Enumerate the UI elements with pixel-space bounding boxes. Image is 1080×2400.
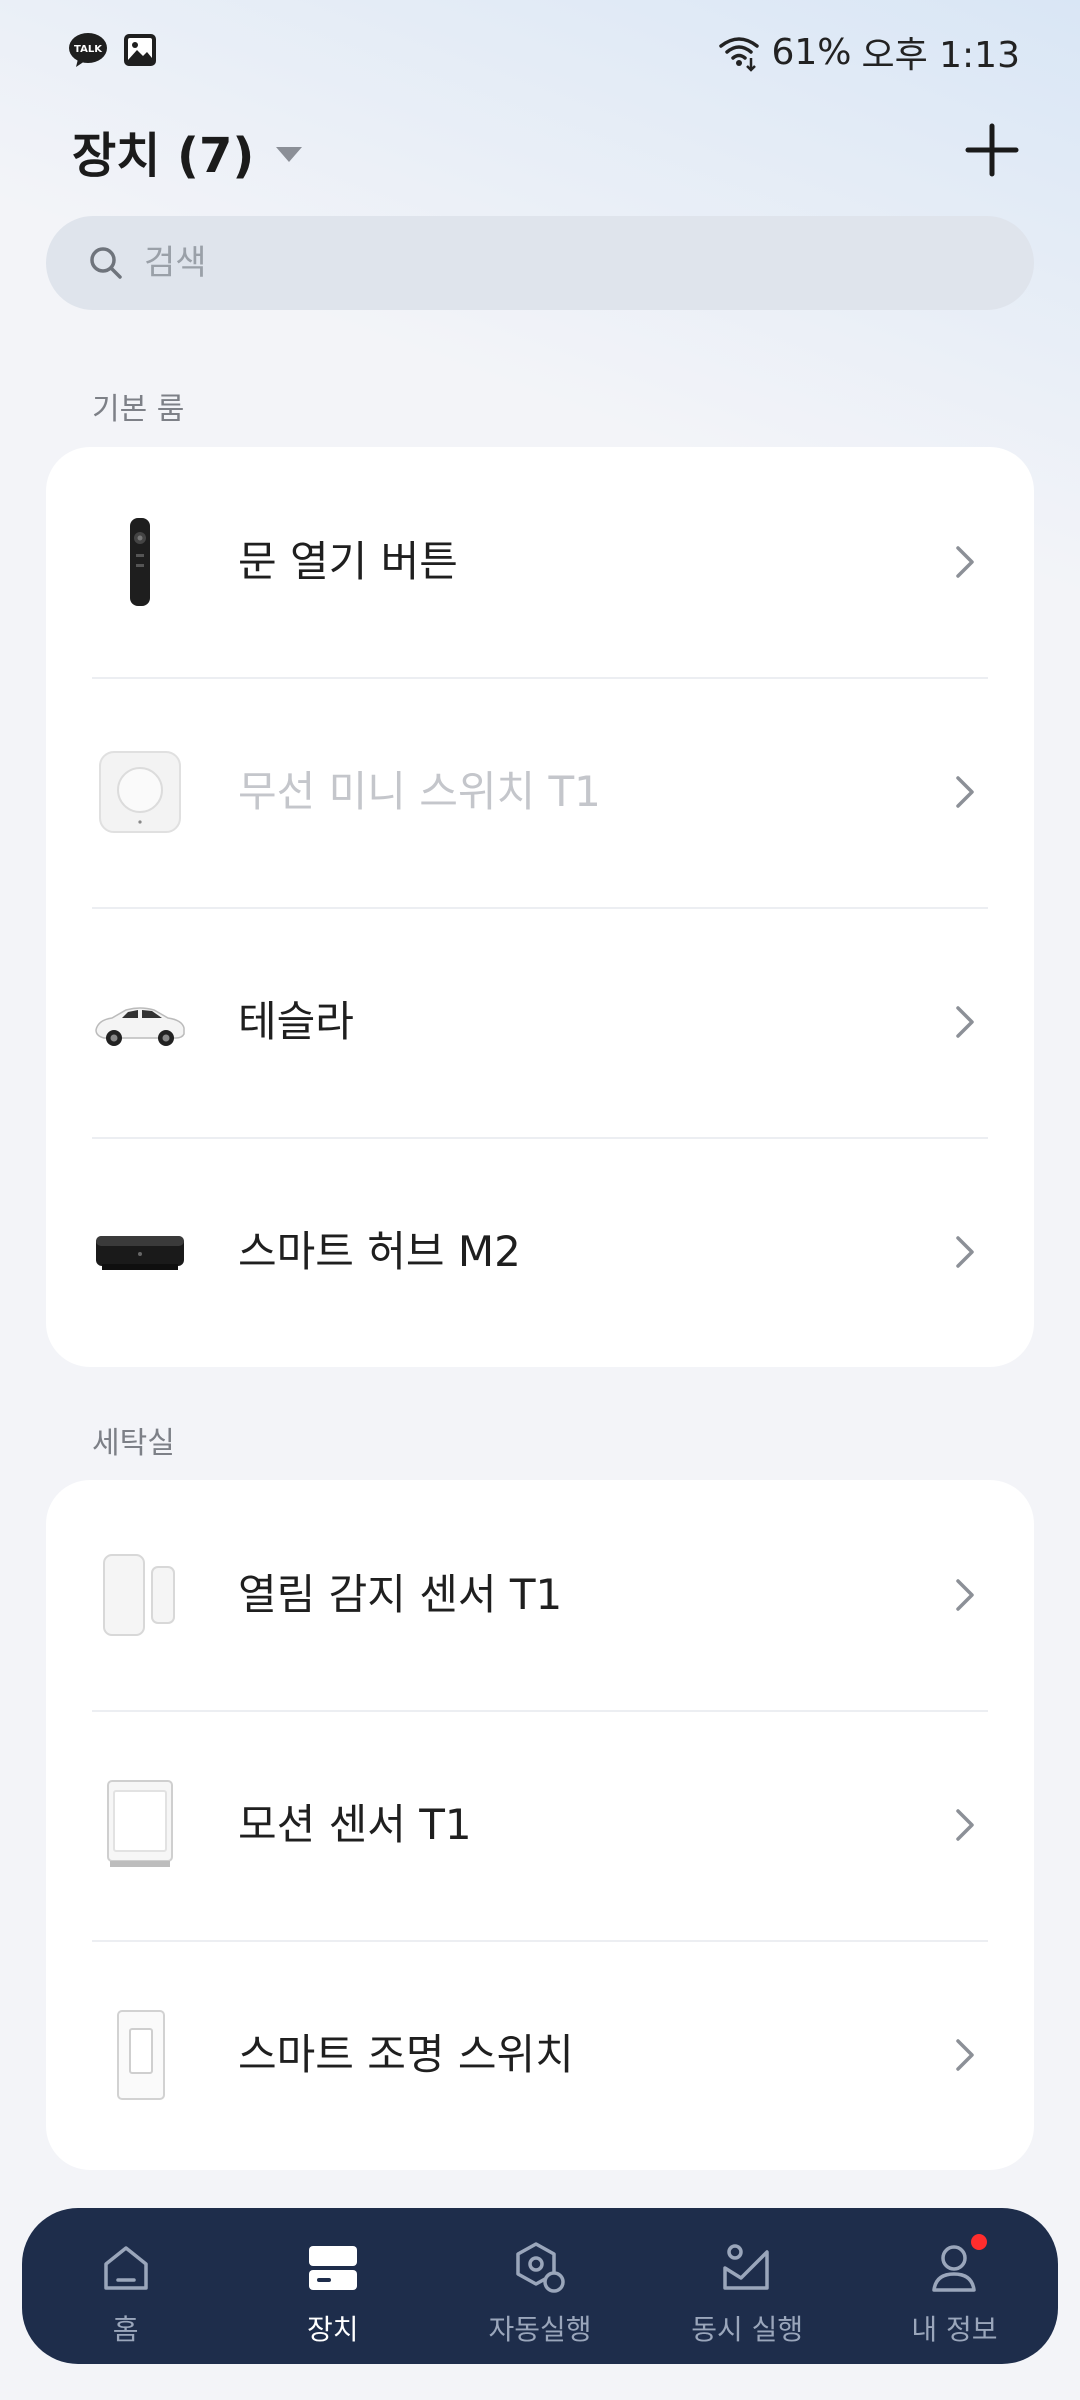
device-name: 무선 미니 스위치 T1 bbox=[238, 767, 601, 816]
device-row-door-button[interactable]: 문 열기 버튼 bbox=[46, 447, 1034, 677]
door-sensor-icon bbox=[103, 1554, 175, 1636]
nav-label: 자동실행 bbox=[488, 2313, 592, 2346]
nav-scene[interactable]: 동시 실행 bbox=[644, 2208, 851, 2364]
chevron-right-icon bbox=[956, 776, 974, 808]
search-bar[interactable] bbox=[46, 216, 1034, 310]
status-bar: TALK 61% 오후 1:13 bbox=[0, 0, 1080, 100]
device-row-tesla[interactable]: 테슬라 bbox=[46, 907, 1034, 1137]
add-device-button[interactable] bbox=[952, 110, 1032, 190]
gallery-icon bbox=[124, 34, 156, 66]
dropdown-caret-icon bbox=[276, 146, 303, 162]
notification-dot bbox=[970, 2234, 987, 2250]
device-name: 스마트 허브 M2 bbox=[238, 1227, 521, 1276]
chevron-right-icon bbox=[956, 546, 974, 578]
wifi-icon bbox=[719, 37, 760, 72]
chevron-right-icon bbox=[956, 1006, 974, 1038]
device-name: 테슬라 bbox=[238, 997, 354, 1046]
nav-devices[interactable]: 장치 bbox=[229, 2208, 436, 2364]
chevron-right-icon bbox=[956, 1236, 974, 1268]
device-name: 모션 센서 T1 bbox=[238, 1800, 472, 1849]
kakaotalk-icon: TALK bbox=[69, 33, 107, 67]
device-card-laundry-room: 열림 감지 센서 T1 모션 센서 T1 스마트 조명 스위치 bbox=[46, 1480, 1034, 2170]
bottom-navigation: 홈 장치 자동실행 동시 실행 내 정보 bbox=[22, 2208, 1058, 2364]
scene-icon bbox=[723, 2244, 769, 2290]
device-row-motion-sensor[interactable]: 모션 센서 T1 bbox=[46, 1710, 1034, 1940]
section-label-laundry-room: 세탁실 bbox=[92, 1426, 175, 1461]
device-name: 문 열기 버튼 bbox=[238, 537, 458, 586]
nav-home[interactable]: 홈 bbox=[22, 2208, 229, 2364]
device-row-mini-switch[interactable]: 무선 미니 스위치 T1 bbox=[46, 677, 1034, 907]
device-row-smart-hub[interactable]: 스마트 허브 M2 bbox=[46, 1137, 1034, 1367]
devices-icon bbox=[308, 2246, 357, 2290]
chevron-right-icon bbox=[956, 1809, 974, 1841]
room-selector[interactable]: 장치 (7) bbox=[72, 116, 303, 186]
home-icon bbox=[103, 2246, 148, 2290]
nav-automation[interactable]: 자동실행 bbox=[436, 2208, 643, 2364]
nav-label: 내 정보 bbox=[911, 2313, 998, 2346]
device-name: 스마트 조명 스위치 bbox=[238, 2030, 574, 2079]
nav-label: 홈 bbox=[112, 2313, 139, 2346]
battery-percent: 61% bbox=[771, 31, 852, 73]
page-title: 장치 (7) bbox=[72, 128, 255, 184]
nav-profile[interactable]: 내 정보 bbox=[851, 2208, 1058, 2364]
mini-switch-icon bbox=[99, 751, 181, 833]
search-input[interactable] bbox=[144, 243, 1004, 283]
section-label-default-room: 기본 룸 bbox=[92, 392, 185, 427]
nav-label: 장치 bbox=[307, 2313, 359, 2346]
remote-icon bbox=[130, 518, 150, 606]
device-row-door-sensor[interactable]: 열림 감지 센서 T1 bbox=[46, 1480, 1034, 1710]
search-icon bbox=[90, 247, 122, 279]
car-icon bbox=[95, 1007, 185, 1046]
automation-icon bbox=[516, 2242, 565, 2293]
light-switch-icon bbox=[117, 2010, 165, 2100]
motion-sensor-icon bbox=[107, 1780, 173, 1867]
hub-icon bbox=[96, 1236, 184, 1270]
device-row-light-switch[interactable]: 스마트 조명 스위치 bbox=[46, 1940, 1034, 2170]
header: 장치 (7) bbox=[72, 110, 1032, 190]
chevron-right-icon bbox=[956, 2039, 974, 2071]
device-name: 열림 감지 센서 T1 bbox=[238, 1570, 563, 1619]
svg-text:TALK: TALK bbox=[74, 44, 103, 55]
device-card-default-room: 문 열기 버튼 무선 미니 스위치 T1 테슬라 스마트 허브 M2 bbox=[46, 447, 1034, 1367]
chevron-right-icon bbox=[956, 1579, 974, 1611]
nav-label: 동시 실행 bbox=[691, 2313, 804, 2346]
clock: 오후 1:13 bbox=[861, 35, 1020, 76]
